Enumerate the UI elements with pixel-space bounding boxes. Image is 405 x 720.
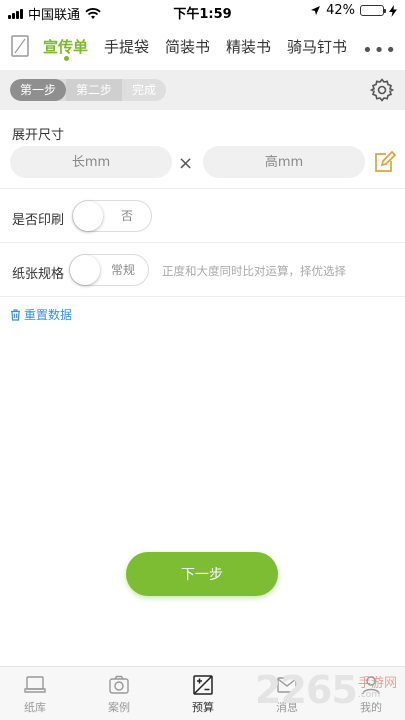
step-done: 完成 <box>122 79 167 101</box>
location-icon <box>311 6 321 15</box>
status-left: 中国联通 <box>8 4 101 23</box>
document-icon[interactable] <box>10 34 30 58</box>
divider <box>0 242 405 243</box>
paper-toggle-text: 常规 <box>110 263 135 277</box>
battery-percent: 42% <box>326 3 355 18</box>
tab-saddle-stitch-book[interactable]: 骑马钉书 <box>287 36 347 57</box>
paper-label: 纸张规格 <box>12 267 65 282</box>
nav-messages[interactable]: 消息 <box>257 673 317 715</box>
step-indicator: 第一步 第二步 完成 <box>10 79 167 101</box>
print-toggle[interactable]: 否 <box>72 200 152 232</box>
nav-budget[interactable]: 预算 <box>173 673 233 715</box>
profile-icon <box>362 676 380 695</box>
print-toggle-text: 否 <box>120 209 133 223</box>
category-tabs: 宣传单 手提袋 简装书 精装书 骑马钉书 ••• <box>0 26 405 68</box>
toggle-knob <box>73 201 103 231</box>
nav-label: 我的 <box>360 701 382 714</box>
divider <box>0 296 405 297</box>
edit-icon[interactable] <box>372 150 396 174</box>
nav-label: 预算 <box>192 701 214 714</box>
charging-icon <box>389 4 397 17</box>
status-bar: 中国联通 下午1:59 42% <box>0 0 405 24</box>
camera-icon <box>109 675 129 694</box>
reset-data-link[interactable]: 重置数据 <box>10 306 72 323</box>
next-step-button[interactable]: 下一步 <box>126 552 278 596</box>
paper-toggle[interactable]: 常规 <box>69 254 149 286</box>
bottom-nav: 纸库 案例 预算 消息 我的 <box>0 666 405 720</box>
size-label: 展开尺寸 <box>12 128 65 143</box>
wifi-icon <box>85 7 101 19</box>
nav-label: 纸库 <box>24 701 46 714</box>
nav-label: 案例 <box>108 701 130 714</box>
status-right: 42% <box>310 3 397 18</box>
gear-icon[interactable] <box>369 77 395 103</box>
tab-handbag[interactable]: 手提袋 <box>104 36 149 57</box>
message-icon <box>277 677 297 693</box>
active-tab-indicator <box>64 56 69 61</box>
times-symbol: × <box>178 153 194 174</box>
tab-flyer[interactable]: 宣传单 <box>43 36 88 57</box>
carrier-name: 中国联通 <box>28 8 81 23</box>
step-two: 第二步 <box>66 79 123 101</box>
app-screen: 中国联通 下午1:59 42% 宣传单 手提袋 简装书 精装书 骑马钉书 •••… <box>0 0 405 720</box>
battery-icon <box>360 5 386 16</box>
calculator-icon <box>193 675 213 695</box>
divider <box>0 188 405 189</box>
signal-icon <box>8 8 23 19</box>
length-input[interactable] <box>10 146 172 178</box>
nav-paper-library[interactable]: 纸库 <box>5 673 65 715</box>
nav-cases[interactable]: 案例 <box>89 673 149 715</box>
paper-hint: 正度和大度同时比对运算，择优选择 <box>162 264 346 278</box>
tab-hardcover-book[interactable]: 精装书 <box>226 36 271 57</box>
step-bar: 第一步 第二步 完成 <box>0 70 405 110</box>
paper-library-icon <box>24 676 46 693</box>
print-label: 是否印刷 <box>12 213 65 228</box>
reset-label: 重置数据 <box>24 308 73 322</box>
nav-label: 消息 <box>276 701 298 714</box>
height-input[interactable] <box>203 146 365 178</box>
step-one: 第一步 <box>10 79 67 101</box>
toggle-knob <box>70 255 100 285</box>
more-menu-icon[interactable]: ••• <box>362 40 397 61</box>
nav-profile[interactable]: 我的 <box>341 673 401 715</box>
tab-paperback-book[interactable]: 简装书 <box>165 36 210 57</box>
trash-icon <box>11 308 20 321</box>
